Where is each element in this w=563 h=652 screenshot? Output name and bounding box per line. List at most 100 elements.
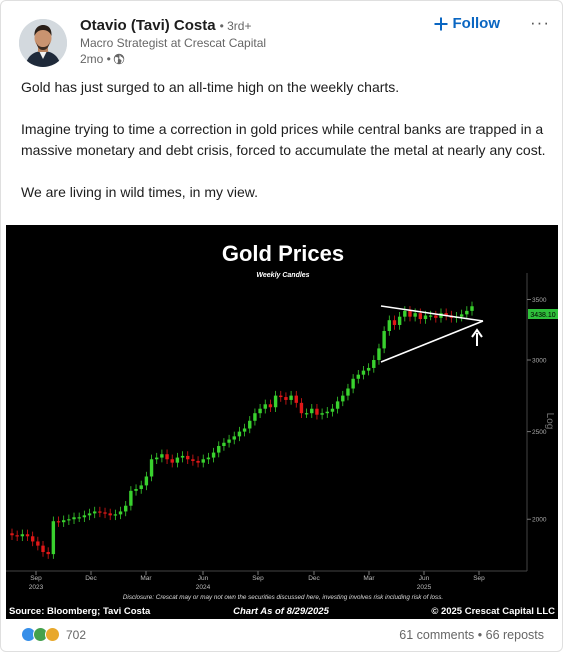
candle-body <box>465 310 469 315</box>
candle-body <box>186 455 190 460</box>
x-tick-year-label: 2024 <box>196 584 211 591</box>
x-tick-label: Dec <box>308 575 320 582</box>
candle-body <box>25 534 30 537</box>
candle-body <box>51 521 56 555</box>
last-price-tag: 3438.10 <box>528 309 558 319</box>
last-price-label: 3438.10 <box>530 312 555 319</box>
candle-body <box>108 513 112 516</box>
post-stats: 61 comments • 66 reposts <box>399 628 544 642</box>
x-tick-year-label: 2025 <box>417 584 432 591</box>
candle-body <box>372 360 376 368</box>
gold-price-chart-image[interactable]: Gold Prices Weekly Candles Log 3500 3000 2… <box>6 225 558 619</box>
candle-body <box>30 536 35 542</box>
candle-body <box>325 411 329 414</box>
candle-body <box>268 404 273 408</box>
candle-body <box>242 428 247 432</box>
candle-body <box>175 457 180 463</box>
stats-separator: • <box>474 628 486 642</box>
candle-body <box>470 306 474 311</box>
candle-body <box>61 520 66 523</box>
candle-body <box>289 395 293 400</box>
post-meta: 2mo • <box>80 52 266 66</box>
reposts-count[interactable]: 66 reposts <box>486 628 544 642</box>
candle-body <box>98 511 102 513</box>
post-paragraph-2: Imagine trying to time a correction in g… <box>21 121 546 158</box>
social-bar: 702 61 comments • 66 reposts <box>1 619 562 651</box>
x-tick-label: Sep <box>30 575 42 582</box>
candle-body <box>170 459 174 463</box>
candle-body <box>77 517 81 519</box>
post-paragraph-1: Gold has just surged to an all-time high… <box>21 79 400 95</box>
x-tick-label: Jun <box>198 575 209 582</box>
globe-icon <box>113 53 125 65</box>
candle-body <box>335 401 340 409</box>
candle-body <box>56 521 61 523</box>
candle-body <box>144 476 149 486</box>
follow-button[interactable]: Follow <box>434 15 501 32</box>
candle-body <box>387 320 392 332</box>
candle-body <box>180 455 185 458</box>
x-tick-label: Jun <box>419 575 430 582</box>
candle-body <box>320 413 324 415</box>
author-avatar[interactable] <box>19 19 67 67</box>
comments-count[interactable]: 61 comments <box>399 628 474 642</box>
reaction-count[interactable]: 702 <box>66 628 86 642</box>
candle-body <box>211 452 216 458</box>
reactions[interactable]: 702 <box>21 627 86 642</box>
candle-body <box>191 459 195 461</box>
candle-body <box>160 454 164 458</box>
candle-body <box>124 505 128 512</box>
candle-body <box>139 485 143 490</box>
more-options-icon[interactable]: ··· <box>530 13 550 33</box>
candle-body <box>428 315 433 317</box>
y-tick-label: 2000 <box>532 517 547 524</box>
x-tick-label: Sep <box>252 575 264 582</box>
y-tick-label: 3000 <box>532 358 547 365</box>
candle-body <box>103 512 107 514</box>
post-header: Otavio (Tavi) Costa • 3rd+ Macro Strateg… <box>19 13 550 71</box>
candle-body <box>82 515 87 518</box>
candle-body <box>134 489 138 491</box>
avatar-photo-icon <box>19 19 67 67</box>
candle-body <box>418 313 423 320</box>
candle-body <box>459 314 464 317</box>
post-text: Gold has just surged to an all-time high… <box>21 77 546 224</box>
candle-body <box>196 460 200 463</box>
follow-label: Follow <box>452 15 501 32</box>
y-axis-label: Log <box>544 413 555 430</box>
candle-body <box>304 413 309 415</box>
candle-body <box>346 388 350 396</box>
candle-body <box>227 439 231 443</box>
candle-body <box>392 320 397 325</box>
candle-body <box>222 442 226 447</box>
connection-degree: • 3rd+ <box>219 19 252 33</box>
candle-body <box>341 395 345 402</box>
author-name[interactable]: Otavio (Tavi) Costa <box>80 17 216 34</box>
candle-body <box>397 316 402 325</box>
candle-body <box>310 408 314 414</box>
candle-body <box>377 348 381 361</box>
candle-body <box>113 514 118 516</box>
candle-body <box>279 395 283 398</box>
candlestick-chart: Gold Prices Weekly Candles Log 3500 3000 2… <box>6 225 558 619</box>
candle-body <box>232 436 236 440</box>
post-time: 2mo • <box>80 52 111 66</box>
x-tick-label: Mar <box>140 575 152 582</box>
candle-body <box>253 413 257 421</box>
candle-body <box>10 533 14 536</box>
candle-body <box>315 408 319 415</box>
candle-body <box>155 457 159 460</box>
candle-body <box>165 454 169 460</box>
linkedin-post: Otavio (Tavi) Costa • 3rd+ Macro Strateg… <box>0 0 563 652</box>
author-headline: Macro Strategist at Crescat Capital <box>80 36 267 50</box>
candle-body <box>403 310 407 317</box>
candle-body <box>366 367 371 371</box>
candle-body <box>361 370 366 375</box>
candle-body <box>87 513 92 516</box>
plus-icon <box>434 17 447 30</box>
post-paragraph-3: We are living in wild times, in my view. <box>21 184 259 200</box>
chart-title: Gold Prices <box>222 241 344 266</box>
y-tick-label: 3500 <box>532 297 547 304</box>
candle-body <box>413 313 417 317</box>
candle-body <box>258 408 262 414</box>
